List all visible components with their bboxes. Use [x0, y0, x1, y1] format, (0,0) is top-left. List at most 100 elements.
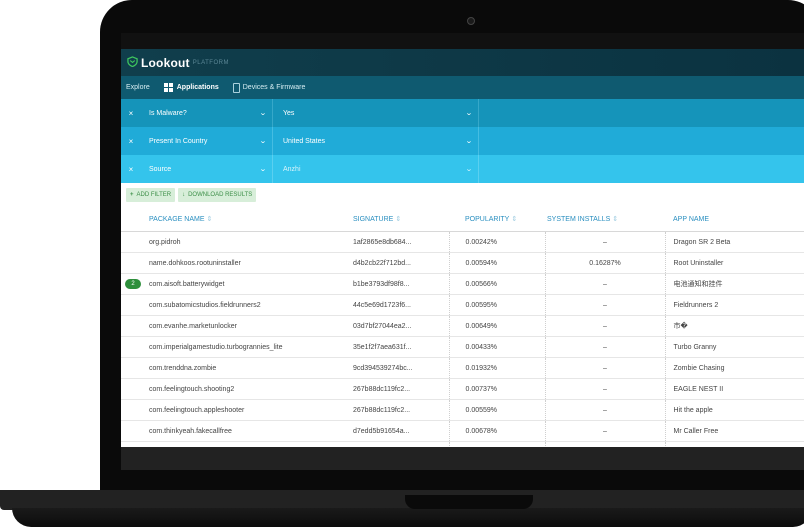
filter-value-dropdown[interactable]: Anzhi ⌄ — [273, 155, 479, 183]
filter-value-dropdown[interactable]: Yes ⌄ — [273, 99, 479, 127]
filter-field-label: Is Malware? — [149, 109, 187, 117]
cell-package: com.subatomicstudios.fieldrunners2 — [121, 294, 351, 316]
cell-signature: 9cd394539274bc... — [351, 357, 450, 379]
cell-package: com.trenddna.zombie — [121, 357, 351, 379]
cell-app-name: 市� — [665, 315, 804, 337]
cell-system-installs: – — [545, 273, 666, 295]
cell-package-label: com.aisoft.batterywidget — [149, 280, 225, 288]
table-row[interactable]: com.subatomicstudios.fieldrunners2 44c5e… — [121, 294, 804, 316]
cell-system-installs: – — [545, 399, 666, 421]
cell-popularity: 0.01932% — [449, 357, 546, 379]
table-row[interactable]: com.evanhe.marketunlocker 03d7bf27044ea2… — [121, 315, 804, 337]
cell-system-installs: – — [545, 378, 666, 400]
cell-system-installs: – — [545, 336, 666, 358]
filter-field-dropdown[interactable]: Is Malware? ⌄ — [141, 99, 273, 127]
filter-field-label: Source — [149, 165, 172, 173]
cell-app-name: Dragon SR 2 Beta — [665, 231, 804, 253]
table-row[interactable]: org.pidroh 1af2865e8db684... 0.00242% – … — [121, 231, 804, 253]
filter-field-dropdown[interactable]: Present In Country ⌄ — [141, 127, 273, 155]
sort-icon: ⇕ — [612, 216, 619, 223]
filter-value-label: Anzhi — [283, 165, 301, 173]
filter-row: × Source ⌄ Anzhi ⌄ — [121, 155, 804, 183]
chevron-down-icon: ⌄ — [465, 166, 473, 173]
cell-signature: 267b88dc119fc2... — [351, 378, 450, 400]
results-table: PACKAGE NAME ⇕ SIGNATURE ⇕ POPULARITY ⇕ SYS… — [121, 207, 804, 453]
column-header-label: SYSTEM INSTALLS — [547, 216, 611, 223]
cell-package: com.feelingtouch.appleshooter — [121, 399, 351, 421]
cell-app-name: Mr Caller Free — [665, 420, 804, 442]
remove-filter-icon[interactable]: × — [121, 127, 141, 155]
column-header-app-name[interactable]: APP NAME — [665, 207, 804, 232]
laptop-base — [0, 490, 804, 510]
cell-system-installs: 0.16287% — [545, 252, 666, 274]
nav-applications[interactable]: Applications — [163, 83, 219, 92]
row-badge[interactable]: 2 — [125, 279, 141, 289]
cell-popularity: 0.00242% — [449, 231, 546, 253]
table-row[interactable]: 2 com.aisoft.batterywidget b1be3793df98f8… — [121, 273, 804, 295]
filter-value-label: Yes — [283, 109, 295, 117]
shield-icon — [127, 55, 138, 70]
cell-popularity: 0.00595% — [449, 294, 546, 316]
filter-value-dropdown[interactable]: United States ⌄ — [273, 127, 479, 155]
filter-row-spacer — [479, 155, 804, 183]
filter-row-spacer — [479, 99, 804, 127]
cell-system-installs: – — [545, 420, 666, 442]
cell-package: com.imperialgamestudio.turbogrannies_lit… — [121, 336, 351, 358]
cell-system-installs: – — [545, 315, 666, 337]
cell-signature: d4b2cb22f712bd... — [351, 252, 450, 274]
download-results-label: DOWNLOAD RESULTS — [188, 192, 253, 198]
table-row[interactable]: com.feelingtouch.appleshooter 267b88dc11… — [121, 399, 804, 421]
column-header-package[interactable]: PACKAGE NAME ⇕ — [121, 207, 351, 232]
nav-devices[interactable]: Devices & Firmware — [232, 82, 306, 93]
column-header-label: SIGNATURE — [353, 216, 394, 223]
chevron-down-icon: ⌄ — [259, 166, 267, 173]
chevron-down-icon: ⌄ — [259, 110, 267, 117]
remove-filter-icon[interactable]: × — [121, 99, 141, 127]
table-row[interactable]: com.feelingtouch.shooting2 267b88dc119fc… — [121, 378, 804, 400]
cell-app-name: EAGLE NEST II — [665, 378, 804, 400]
cell-signature: d7edd5b91654a... — [351, 420, 450, 442]
nav-explore[interactable]: Explore — [126, 84, 150, 91]
cell-signature: 03d7bf27044ea2... — [351, 315, 450, 337]
download-results-button[interactable]: ↓ DOWNLOAD RESULTS — [178, 188, 257, 202]
filter-field-dropdown[interactable]: Source ⌄ — [141, 155, 273, 183]
column-header-system-installs[interactable]: SYSTEM INSTALLS ⇕ — [545, 207, 665, 232]
column-header-label: PACKAGE NAME — [149, 216, 205, 223]
sort-icon: ⇕ — [206, 216, 213, 223]
table-row[interactable]: name.dohkoos.rootuninstaller d4b2cb22f71… — [121, 252, 804, 274]
laptop-base-bottom — [12, 508, 804, 527]
brand-name[interactable]: Lookout — [141, 56, 190, 70]
results-table-container[interactable]: PACKAGE NAME ⇕ SIGNATURE ⇕ POPULARITY ⇕ SYS… — [121, 207, 804, 453]
cell-package: org.pidroh — [121, 231, 351, 253]
nav-devices-label: Devices & Firmware — [242, 84, 306, 91]
remove-filter-icon[interactable]: × — [121, 155, 141, 183]
cell-system-installs: – — [545, 231, 666, 253]
add-filter-label: ADD FILTER — [136, 192, 172, 198]
sort-icon: ⇕ — [511, 216, 518, 223]
table-header-row: PACKAGE NAME ⇕ SIGNATURE ⇕ POPULARITY ⇕ SYS… — [121, 207, 804, 232]
window-topbar — [121, 33, 804, 49]
chevron-down-icon: ⌄ — [465, 138, 473, 145]
grid-icon — [163, 83, 173, 92]
table-row[interactable]: com.thinkyeah.fakecallfree d7edd5b91654a… — [121, 420, 804, 442]
table-row[interactable]: com.trenddna.zombie 9cd394539274bc... 0.… — [121, 357, 804, 379]
cell-package: name.dohkoos.rootuninstaller — [121, 252, 351, 274]
column-header-popularity[interactable]: POPULARITY ⇕ — [449, 207, 545, 232]
cell-popularity: 0.00594% — [449, 252, 546, 274]
table-row[interactable]: com.imperialgamestudio.turbogrannies_lit… — [121, 336, 804, 358]
cell-signature: 35e1f2f7aea631f... — [351, 336, 450, 358]
plus-icon: + — [130, 192, 134, 198]
filter-value-label: United States — [283, 137, 326, 145]
cell-app-name: Hit the apple — [665, 399, 804, 421]
cell-system-installs: – — [545, 294, 666, 316]
nav-bar: Explore Applications Devices & Firmware — [121, 76, 804, 99]
cell-app-name: Zombie Chasing — [665, 357, 804, 379]
add-filter-button[interactable]: + ADD FILTER — [126, 188, 176, 202]
brand-bar: Lookout PLATFORM — [121, 49, 804, 76]
cell-signature: 267b88dc119fc2... — [351, 399, 450, 421]
column-header-signature[interactable]: SIGNATURE ⇕ — [351, 207, 449, 232]
laptop-notch — [405, 495, 533, 509]
cell-package: com.feelingtouch.shooting2 — [121, 378, 351, 400]
cell-signature: 44c5e69d1723f6... — [351, 294, 450, 316]
cell-signature: 1af2865e8db684... — [351, 231, 450, 253]
